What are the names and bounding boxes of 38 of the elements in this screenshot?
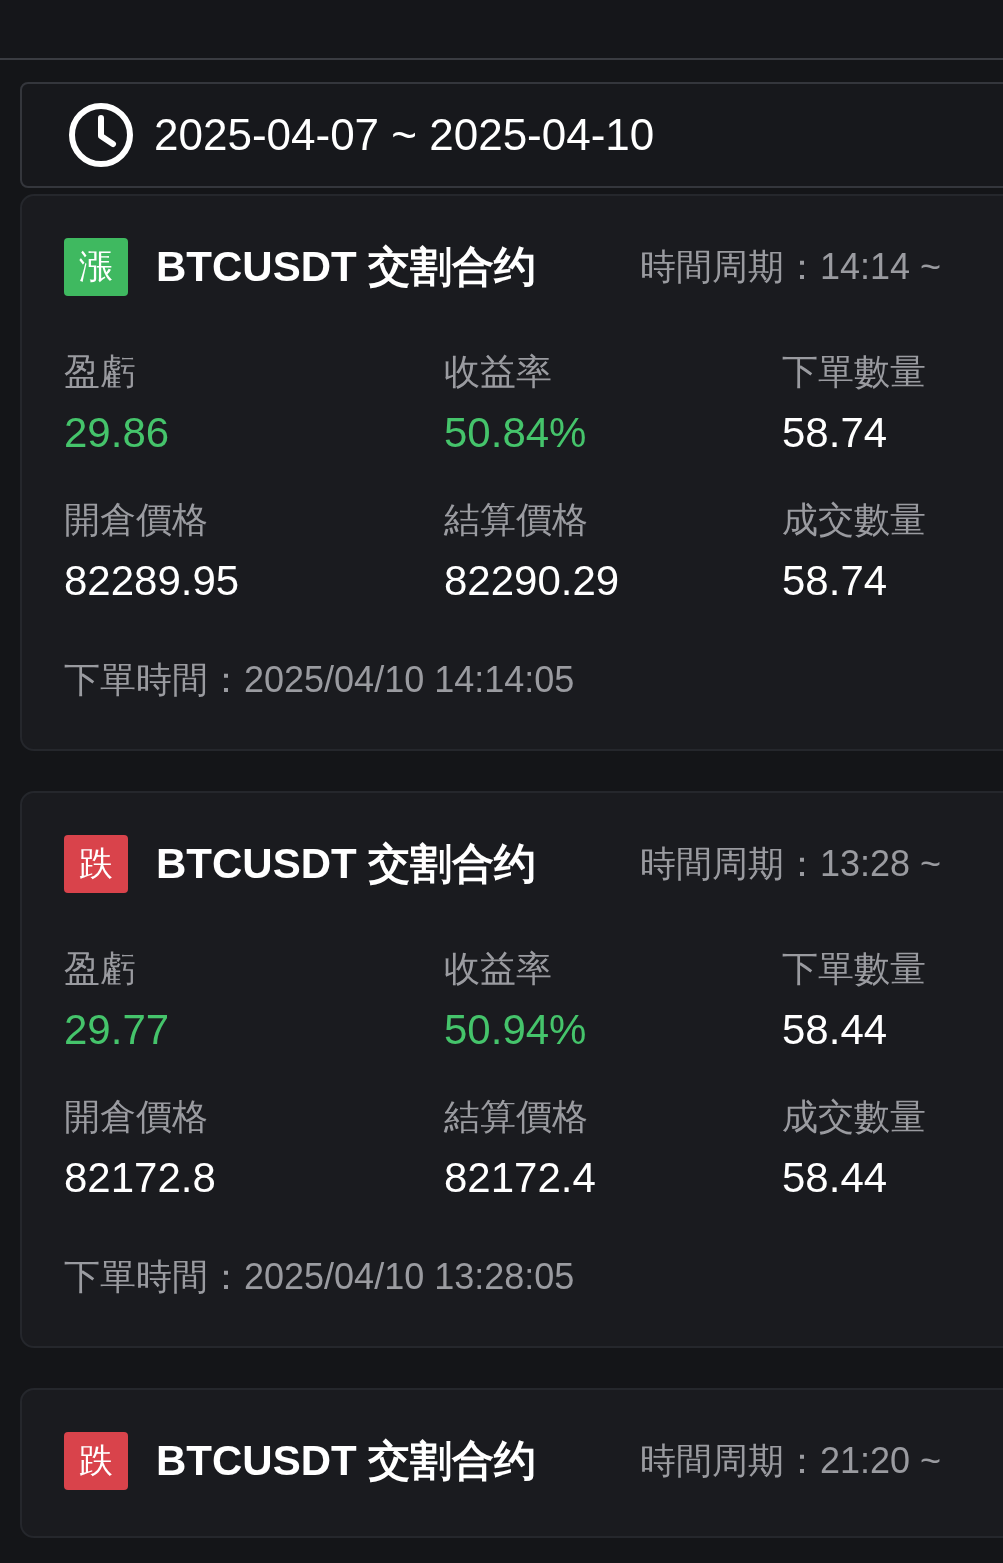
date-range: 2025-04-07 ~ 2025-04-10 [154, 110, 655, 160]
metric-label: 成交數量 [782, 1095, 927, 1139]
metric-label: 收益率 [444, 947, 553, 991]
metric-value: 50.94% [444, 1005, 588, 1055]
metric-value: 58.44 [782, 1005, 889, 1055]
metric-label: 收益率 [444, 350, 553, 394]
time-period: 時間周期：21:20 ~ [640, 1438, 942, 1483]
metric-value: 82290.29 [444, 556, 621, 606]
metric-label: 成交數量 [782, 498, 927, 542]
metric-label: 盈虧 [64, 350, 137, 394]
metric-label: 結算價格 [444, 1095, 589, 1139]
date-range-bar[interactable]: 2025-04-07 ~ 2025-04-10 [20, 82, 1003, 188]
order-time: 下單時間：2025/04/10 13:28:05 [64, 1255, 576, 1299]
metric-value: 58.44 [782, 1153, 889, 1203]
contract-title: BTCUSDT 交割合约 [156, 1436, 538, 1486]
time-period: 時間周期：13:28 ~ [640, 841, 942, 886]
metric-value: 58.74 [782, 408, 889, 458]
metric-label: 盈虧 [64, 947, 137, 991]
order-time: 下單時間：2025/04/10 14:14:05 [64, 658, 576, 702]
metric-value: 82172.8 [64, 1153, 217, 1203]
contract-title: BTCUSDT 交割合约 [156, 242, 538, 292]
metric-label: 結算價格 [444, 498, 589, 542]
metric-value: 58.74 [782, 556, 889, 606]
metric-value: 50.84% [444, 408, 588, 458]
contract-title: BTCUSDT 交割合约 [156, 839, 538, 889]
metric-value: 82289.95 [64, 556, 241, 606]
metric-label: 下單數量 [782, 350, 927, 394]
direction-badge: 跌 [64, 835, 128, 893]
time-period: 時間周期：14:14 ~ [640, 244, 942, 289]
metric-value: 29.86 [64, 408, 171, 458]
clock-icon [68, 102, 134, 168]
direction-badge: 跌 [64, 1432, 128, 1490]
metric-label: 開倉價格 [64, 498, 209, 542]
direction-badge: 漲 [64, 238, 128, 296]
metric-value: 29.77 [64, 1005, 171, 1055]
metric-label: 下單數量 [782, 947, 927, 991]
metric-label: 開倉價格 [64, 1095, 209, 1139]
metric-value: 82172.4 [444, 1153, 597, 1203]
